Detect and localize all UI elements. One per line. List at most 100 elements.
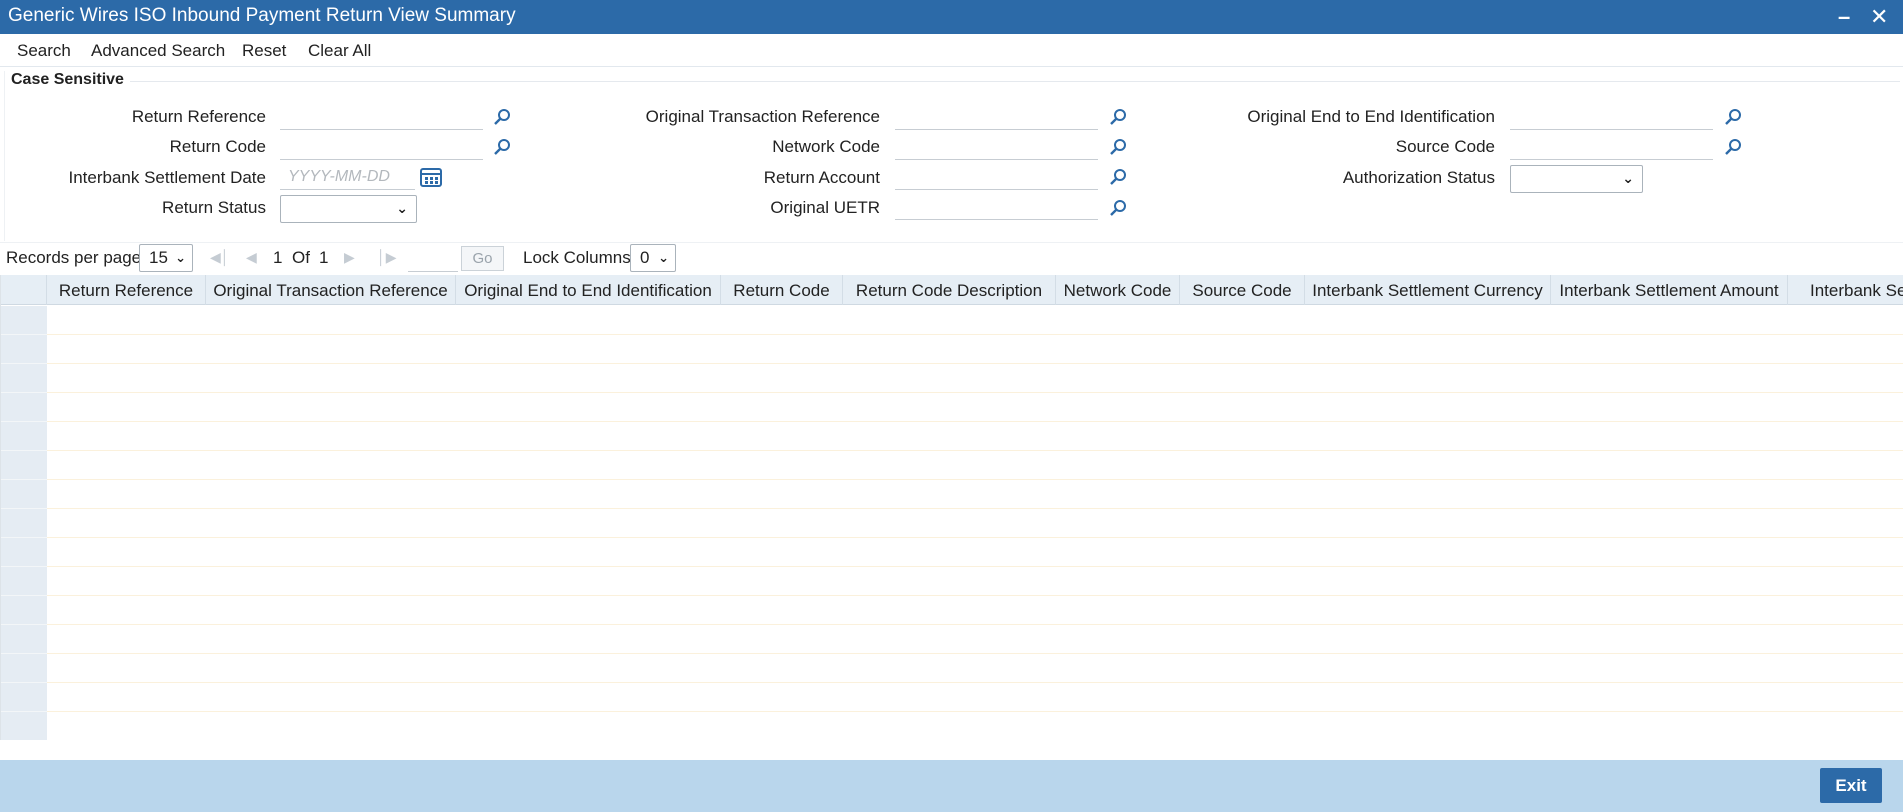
column-header[interactable]: Interbank Settlement Currency: [1305, 275, 1551, 305]
row-selector[interactable]: [1, 451, 47, 480]
grid-header: Return Reference Original Transaction Re…: [1, 275, 1903, 305]
table-row[interactable]: [47, 567, 1903, 596]
window-title: Generic Wires ISO Inbound Payment Return…: [8, 5, 516, 26]
authorization-status-select[interactable]: ⌄: [1510, 165, 1643, 193]
row-selector[interactable]: [1, 335, 47, 364]
row-selector[interactable]: [1, 654, 47, 683]
table-row[interactable]: [47, 683, 1903, 712]
previous-page-icon[interactable]: ◀: [246, 249, 257, 266]
table-row[interactable]: [47, 335, 1903, 364]
records-per-page-select[interactable]: 15 ⌄: [139, 244, 193, 272]
table-row[interactable]: [47, 654, 1903, 683]
original-transaction-reference-lov-icon[interactable]: [1108, 107, 1128, 127]
return-account-label: Return Account: [763, 168, 880, 187]
exit-button[interactable]: Exit: [1820, 768, 1882, 803]
go-button[interactable]: Go: [461, 246, 504, 271]
records-per-page-label: Records per page: [6, 248, 142, 267]
column-header[interactable]: Network Code: [1056, 275, 1180, 305]
table-row[interactable]: [47, 480, 1903, 509]
total-pages: 1: [319, 248, 329, 267]
chevron-down-icon: ⌄: [658, 250, 669, 265]
authorization-status-label: Authorization Status: [1342, 168, 1495, 187]
return-reference-input[interactable]: [280, 104, 483, 130]
of-label: Of: [292, 248, 310, 267]
table-row[interactable]: [47, 509, 1903, 538]
reset-button[interactable]: Reset: [242, 41, 286, 61]
column-header[interactable]: Return Code: [721, 275, 843, 305]
row-selector[interactable]: [1, 393, 47, 422]
column-header[interactable]: Interbank Se: [1788, 275, 1903, 305]
return-reference-lov-icon[interactable]: [492, 107, 512, 127]
column-header[interactable]: Interbank Settlement Amount: [1551, 275, 1788, 305]
row-selector[interactable]: [1, 625, 47, 654]
original-uetr-label: Original UETR: [770, 198, 880, 217]
select-all-header[interactable]: [1, 275, 47, 305]
return-status-label: Return Status: [162, 198, 266, 217]
row-selector[interactable]: [1, 364, 47, 393]
lock-columns-value: 0: [640, 248, 650, 267]
clear-all-button[interactable]: Clear All: [308, 41, 371, 61]
column-header[interactable]: Original End to End Identification: [456, 275, 721, 305]
original-end-to-end-identification-lov-icon[interactable]: [1723, 107, 1743, 127]
window-titlebar: Generic Wires ISO Inbound Payment Return…: [0, 0, 1903, 34]
search-button[interactable]: Search: [17, 41, 71, 61]
table-row[interactable]: [47, 393, 1903, 422]
chevron-down-icon: ⌄: [396, 200, 408, 216]
row-selector[interactable]: [1, 712, 47, 740]
original-end-to-end-identification-input[interactable]: [1510, 104, 1713, 130]
minimize-icon[interactable]: –: [1838, 4, 1850, 30]
goto-page-input[interactable]: [408, 246, 458, 272]
row-selector[interactable]: [1, 596, 47, 625]
calendar-icon[interactable]: [420, 166, 442, 188]
column-header[interactable]: Return Code Description: [843, 275, 1056, 305]
last-page-icon[interactable]: │▶: [377, 249, 397, 266]
chevron-down-icon: ⌄: [175, 250, 186, 265]
chevron-down-icon: ⌄: [1622, 170, 1634, 186]
table-row[interactable]: [47, 538, 1903, 567]
original-uetr-lov-icon[interactable]: [1108, 198, 1128, 218]
row-selector[interactable]: [1, 538, 47, 567]
network-code-lov-icon[interactable]: [1108, 137, 1128, 157]
original-transaction-reference-input[interactable]: [895, 104, 1098, 130]
return-account-lov-icon[interactable]: [1108, 167, 1128, 187]
interbank-settlement-date-label: Interbank Settlement Date: [68, 168, 266, 187]
return-code-label: Return Code: [169, 137, 266, 156]
pagination-bar: Records per page 15 ⌄ ◀│ ◀ 1 Of 1 ▶ │▶ Go…: [0, 242, 1903, 272]
table-row[interactable]: [47, 712, 1903, 740]
next-page-icon[interactable]: ▶: [344, 249, 355, 266]
row-selector[interactable]: [1, 422, 47, 451]
first-page-icon[interactable]: ◀│: [210, 249, 230, 266]
table-row[interactable]: [47, 596, 1903, 625]
return-code-input[interactable]: [280, 134, 483, 160]
network-code-input[interactable]: [895, 134, 1098, 160]
row-selector[interactable]: [1, 683, 47, 712]
original-uetr-input[interactable]: [895, 194, 1098, 220]
original-transaction-reference-label: Original Transaction Reference: [645, 107, 880, 126]
column-header[interactable]: Source Code: [1180, 275, 1305, 305]
lock-columns-select[interactable]: 0 ⌄: [630, 244, 676, 272]
table-row[interactable]: [47, 451, 1903, 480]
return-code-lov-icon[interactable]: [492, 137, 512, 157]
column-header[interactable]: Original Transaction Reference: [206, 275, 456, 305]
row-selector[interactable]: [1, 567, 47, 596]
return-account-input[interactable]: [895, 164, 1098, 190]
case-sensitive-label: Case Sensitive: [11, 71, 124, 88]
table-row[interactable]: [47, 625, 1903, 654]
lock-columns-label: Lock Columns: [523, 248, 631, 267]
row-selector[interactable]: [1, 480, 47, 509]
table-row[interactable]: [47, 422, 1903, 451]
table-row[interactable]: [47, 306, 1903, 335]
row-selector[interactable]: [1, 306, 47, 335]
close-icon[interactable]: ✕: [1870, 4, 1888, 30]
results-grid: Return Reference Original Transaction Re…: [0, 275, 1903, 740]
column-header[interactable]: Return Reference: [47, 275, 206, 305]
source-code-input[interactable]: [1510, 134, 1713, 160]
row-selector[interactable]: [1, 509, 47, 538]
toolbar: Search Advanced Search Reset Clear All: [0, 34, 1903, 67]
table-row[interactable]: [47, 364, 1903, 393]
interbank-settlement-date-input[interactable]: [280, 164, 415, 190]
return-status-select[interactable]: ⌄: [280, 195, 417, 223]
source-code-lov-icon[interactable]: [1723, 137, 1743, 157]
footer-bar: Exit: [0, 760, 1903, 812]
advanced-search-button[interactable]: Advanced Search: [91, 41, 225, 61]
